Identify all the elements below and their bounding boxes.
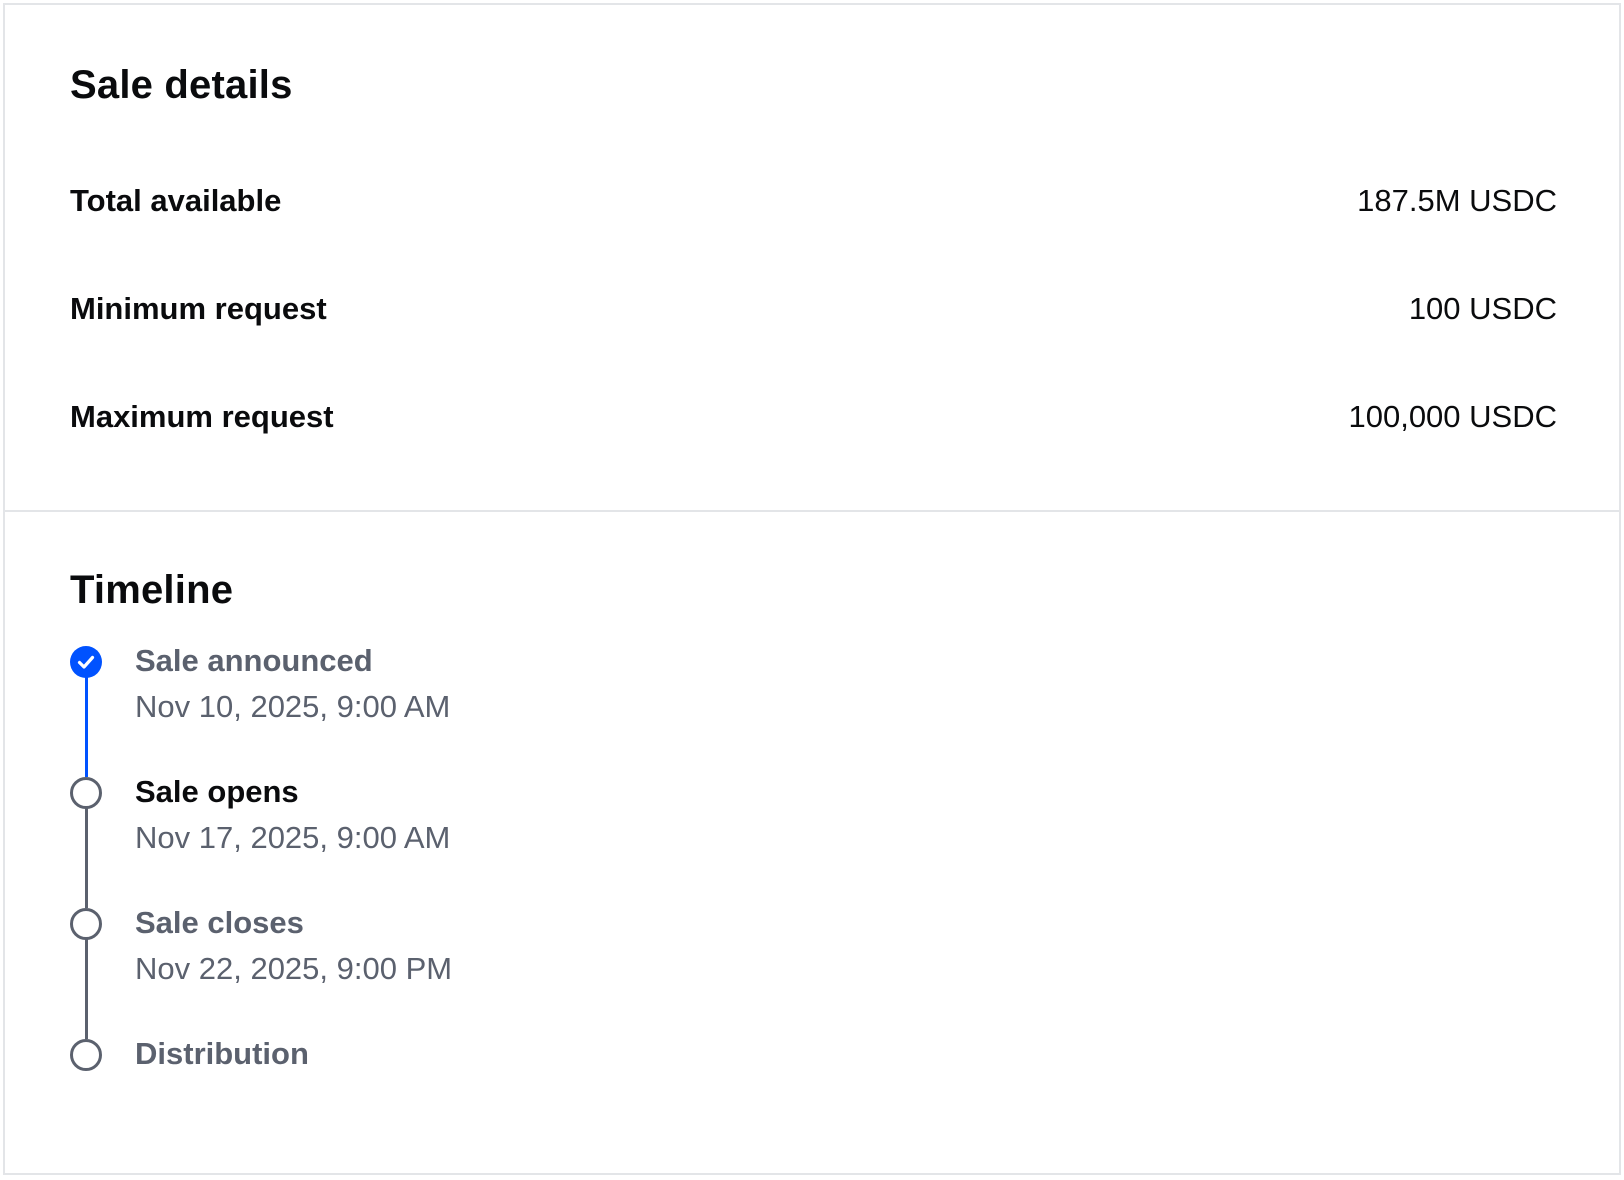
timeline-step-label: Distribution xyxy=(135,1036,309,1071)
timeline-step-date: Nov 10, 2025, 9:00 AM xyxy=(135,689,451,724)
timeline-step-label: Sale announced xyxy=(135,643,373,678)
page: Sale details Total available 187.5M USDC… xyxy=(0,0,1624,1180)
timeline-title: Timeline xyxy=(70,568,234,612)
detail-value: 100 USDC xyxy=(1408,291,1557,326)
timeline-section: Timeline Sale announced Nov 10, 2025, 9:… xyxy=(5,512,1619,1175)
detail-row-minimum-request: Minimum request 100 USDC xyxy=(70,289,1557,329)
timeline-step-label: Sale opens xyxy=(135,774,299,809)
detail-value: 187.5M USDC xyxy=(1357,183,1557,218)
empty-circle-icon xyxy=(70,777,102,809)
timeline-step-date: Nov 22, 2025, 9:00 PM xyxy=(135,951,453,986)
detail-row-maximum-request: Maximum request 100,000 USDC xyxy=(70,397,1557,437)
timeline-connector xyxy=(85,935,88,1039)
check-circle-icon xyxy=(70,646,102,678)
timeline: Sale announced Nov 10, 2025, 9:00 AM Sal… xyxy=(70,643,770,1103)
sale-details-title: Sale details xyxy=(70,63,293,107)
detail-label: Total available xyxy=(70,183,282,218)
timeline-step-date: Nov 17, 2025, 9:00 AM xyxy=(135,820,451,855)
detail-row-total-available: Total available 187.5M USDC xyxy=(70,181,1557,221)
detail-value: 100,000 USDC xyxy=(1348,399,1557,434)
timeline-step-label: Sale closes xyxy=(135,905,304,940)
timeline-connector xyxy=(85,804,88,908)
sale-details-section: Sale details Total available 187.5M USDC… xyxy=(5,5,1619,512)
timeline-connector-completed xyxy=(85,673,88,777)
detail-label: Maximum request xyxy=(70,399,334,434)
empty-circle-icon xyxy=(70,1039,102,1071)
empty-circle-icon xyxy=(70,908,102,940)
sale-info-card: Sale details Total available 187.5M USDC… xyxy=(3,3,1621,1175)
detail-label: Minimum request xyxy=(70,291,327,326)
